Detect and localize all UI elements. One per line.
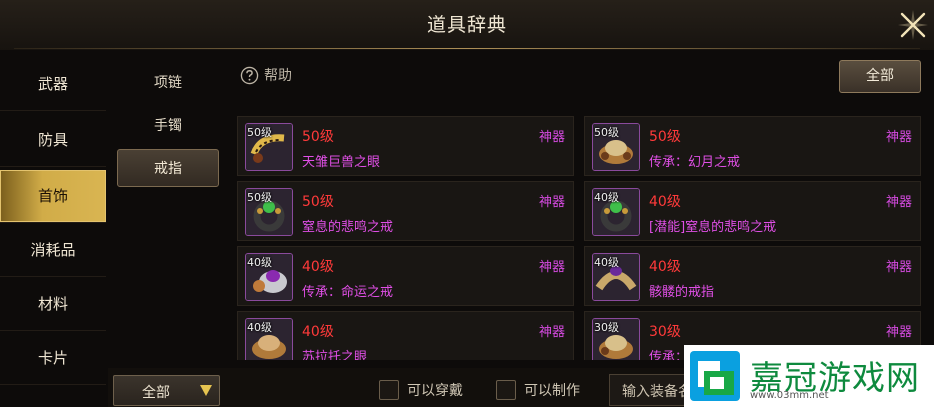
category-label: 卡片 xyxy=(37,349,68,367)
item-grid: 50级 50级 天雏巨兽之眼 神器 50级 50级 传承：幻月之戒 神器 50级… xyxy=(237,113,934,360)
category-label: 武器 xyxy=(37,75,68,93)
item-card[interactable]: 50级 50级 窒息的悲鸣之戒 神器 xyxy=(237,181,574,241)
craftable-checkbox[interactable]: 可以制作 xyxy=(496,380,580,400)
item-level: 50级 xyxy=(302,194,334,210)
category-armor[interactable]: 防具 xyxy=(0,114,106,167)
item-tier: 神器 xyxy=(885,260,912,275)
help-label: 帮助 xyxy=(264,68,292,84)
item-card[interactable]: 40级 40级 传承：命运之戒 神器 xyxy=(237,246,574,306)
item-tier: 神器 xyxy=(885,325,912,340)
category-label: 防具 xyxy=(37,131,68,149)
ring-icon: 40级 xyxy=(592,253,640,301)
item-card[interactable]: 40级 40级 骸髅的戒指 神器 xyxy=(584,246,921,306)
checkbox-label: 可以制作 xyxy=(524,383,580,399)
subcategory-label: 手镯 xyxy=(154,118,182,134)
help-icon xyxy=(240,66,259,84)
category-label: 消耗品 xyxy=(30,241,76,259)
subcategory-label: 戒指 xyxy=(154,161,182,177)
window-title: 道具辞典 xyxy=(426,14,507,36)
subcategory-list: 项链 手镯 戒指 xyxy=(112,58,224,407)
item-level: 40级 xyxy=(649,194,681,210)
item-level: 50级 xyxy=(649,129,681,145)
item-card[interactable]: 50级 50级 天雏巨兽之眼 神器 xyxy=(237,116,574,176)
item-tier: 神器 xyxy=(538,130,565,145)
level-badge: 50级 xyxy=(247,126,272,139)
category-label: 首饰 xyxy=(37,187,68,205)
item-name: 骸髅的戒指 xyxy=(649,285,715,300)
ring-icon: 40级 xyxy=(592,188,640,236)
checkbox-box[interactable] xyxy=(379,380,399,400)
subcategory-ring[interactable]: 戒指 xyxy=(117,149,219,187)
dropdown-value: 全部 xyxy=(142,385,170,401)
item-name: 窒息的悲鸣之戒 xyxy=(302,220,394,235)
item-tier: 神器 xyxy=(538,260,565,275)
item-level: 40级 xyxy=(302,259,334,275)
item-card[interactable]: 40级 40级 [潜能]窒息的悲鸣之戒 神器 xyxy=(584,181,921,241)
level-badge: 50级 xyxy=(247,191,272,204)
item-card[interactable]: 40级 40级 苏拉托之眼 神器 xyxy=(237,311,574,360)
subcategory-necklace[interactable]: 项链 xyxy=(117,64,219,102)
category-consumables[interactable]: 消耗品 xyxy=(0,224,106,277)
item-level: 40级 xyxy=(302,324,334,340)
item-level: 30级 xyxy=(649,324,681,340)
watermark-url: www.03mm.net xyxy=(750,390,829,401)
item-name: 传承： xyxy=(649,350,689,360)
watermark-logo xyxy=(690,351,740,401)
item-tier: 神器 xyxy=(885,130,912,145)
item-name: 苏拉托之眼 xyxy=(302,350,368,360)
category-label: 材料 xyxy=(37,295,68,313)
ring-icon: 30级 xyxy=(592,318,640,360)
ring-icon: 50级 xyxy=(592,123,640,171)
item-card[interactable]: 50级 50级 传承：幻月之戒 神器 xyxy=(584,116,921,176)
subcategory-label: 项链 xyxy=(154,75,182,91)
close-icon[interactable] xyxy=(896,8,930,42)
item-name: 天雏巨兽之眼 xyxy=(302,155,381,170)
title-divider xyxy=(14,48,920,49)
help-link[interactable]: 帮助 xyxy=(240,64,292,86)
subcategory-bracelet[interactable]: 手镯 xyxy=(117,107,219,145)
level-badge: 30级 xyxy=(594,321,619,334)
ring-icon: 40级 xyxy=(245,253,293,301)
item-tier: 神器 xyxy=(538,195,565,210)
level-badge: 50级 xyxy=(594,126,619,139)
level-badge: 40级 xyxy=(594,191,619,204)
item-name: [潜能]窒息的悲鸣之戒 xyxy=(649,220,777,235)
dropdown-arrow-icon xyxy=(200,385,212,396)
ring-icon: 50级 xyxy=(245,123,293,171)
item-tier: 神器 xyxy=(538,325,565,340)
level-badge: 40级 xyxy=(247,256,272,269)
wearable-checkbox[interactable]: 可以穿戴 xyxy=(379,380,463,400)
checkbox-label: 可以穿戴 xyxy=(407,383,463,399)
ring-icon: 50级 xyxy=(245,188,293,236)
watermark: 嘉冠游戏网 www.03mm.net xyxy=(684,345,934,407)
ring-icon: 40级 xyxy=(245,318,293,360)
item-level: 40级 xyxy=(649,259,681,275)
filter-all-button[interactable]: 全部 xyxy=(839,60,921,93)
category-weapons[interactable]: 武器 xyxy=(0,58,106,111)
category-cards[interactable]: 卡片 xyxy=(0,332,106,385)
item-name: 传承：幻月之戒 xyxy=(649,155,741,170)
level-badge: 40级 xyxy=(247,321,272,334)
item-name: 传承：命运之戒 xyxy=(302,285,394,300)
level-badge: 40级 xyxy=(594,256,619,269)
category-sidebar: 武器 防具 首饰 消耗品 材料 卡片 xyxy=(0,58,108,407)
grade-filter-dropdown[interactable]: 全部 xyxy=(113,375,220,406)
item-level: 50级 xyxy=(302,129,334,145)
category-materials[interactable]: 材料 xyxy=(0,278,106,331)
category-accessories[interactable]: 首饰 xyxy=(0,170,106,223)
checkbox-box[interactable] xyxy=(496,380,516,400)
item-tier: 神器 xyxy=(885,195,912,210)
